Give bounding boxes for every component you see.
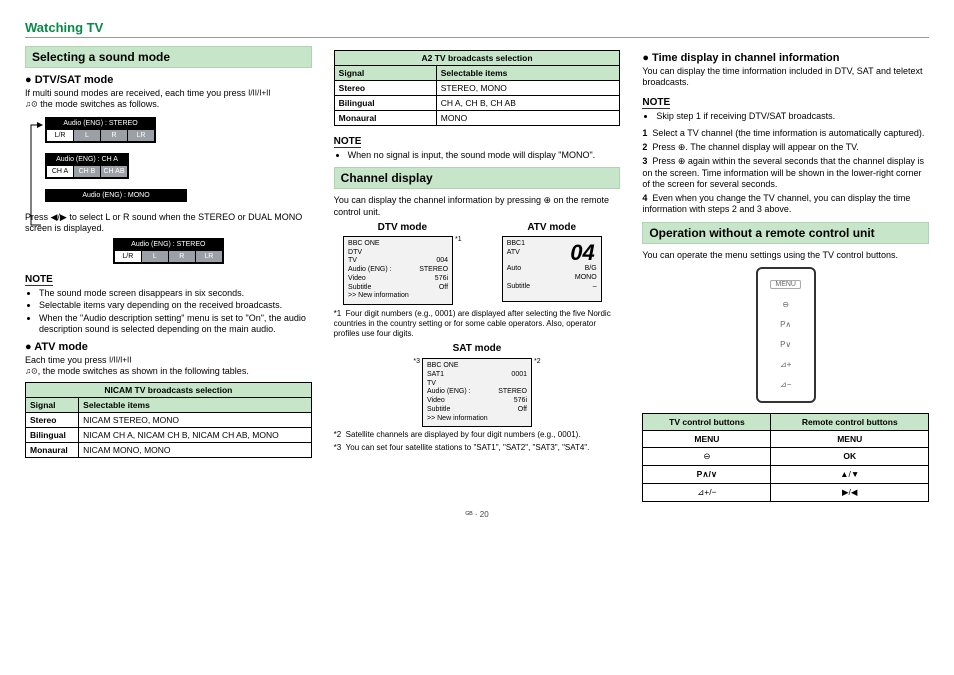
loop-arrow-icon [27, 119, 45, 229]
dtv-mode-col: DTV mode BBC ONE DTV TV004 Audio (ENG) :… [334, 222, 471, 305]
footnote-ref-3: *3 [411, 358, 422, 427]
footnote-1: *1Four digit numbers (e.g., 0001) are di… [334, 309, 621, 339]
note-head-1: NOTE [25, 274, 53, 286]
dtv-atv-row: DTV mode BBC ONE DTV TV004 Audio (ENG) :… [334, 222, 621, 305]
sat-mini-screen: BBC ONE SAT10001 TV Audio (ENG) :STEREO … [422, 358, 532, 427]
heading-dtv-sat-mode: DTV/SAT mode [25, 74, 312, 86]
sound-mode-single: Audio (ENG) : STEREO L/R L R LR [25, 238, 312, 264]
channel-display-intro: You can display the channel information … [334, 195, 621, 218]
dtv-mini-screen: BBC ONE DTV TV004 Audio (ENG) :STEREO Vi… [343, 236, 453, 305]
note-list-1: The sound mode screen disappears in six … [39, 288, 312, 335]
tv-btn-volplus: ⊿+ [780, 360, 791, 369]
a2-table: A2 TV broadcasts selection Signal Select… [334, 50, 621, 126]
sound-mode-diagram: Audio (ENG) : STEREO L/R L R LR Audio (E… [45, 117, 312, 202]
page-footer: ᴳᴮ · 20 [25, 510, 929, 519]
col-1: Selecting a sound mode DTV/SAT mode If m… [25, 46, 312, 502]
footnote-ref-2: *2 [532, 358, 543, 427]
col-3: Time display in channel information You … [642, 46, 929, 502]
manual-page: Watching TV Selecting a sound mode DTV/S… [0, 0, 954, 529]
nicam-table: NICAM TV broadcasts selection Signal Sel… [25, 382, 312, 458]
no-remote-intro: You can operate the menu settings using … [642, 250, 929, 261]
note-list-2: When no signal is input, the sound mode … [348, 150, 621, 161]
dtv-sat-intro: If multi sound modes are received, each … [25, 88, 312, 111]
section-no-remote: Operation without a remote control unit [642, 222, 929, 244]
col-2: A2 TV broadcasts selection Signal Select… [334, 46, 621, 502]
atv-intro: Each time you press I/II/I+II♫⊙, the mod… [25, 355, 312, 378]
footnote-2: *2Satellite channels are displayed by fo… [334, 430, 621, 440]
section-channel-display: Channel display [334, 167, 621, 189]
steps-list: 1 Select a TV channel (the time informat… [642, 128, 929, 216]
sat-mode-title: SAT mode [334, 343, 621, 354]
time-display-intro: You can display the time information inc… [642, 66, 929, 89]
note-list-3: Skip step 1 if receiving DTV/SAT broadca… [656, 111, 929, 122]
tv-btn-pup: P∧ [780, 320, 791, 329]
footnote-ref-1: *1 [455, 236, 462, 243]
note-head-2: NOTE [334, 136, 362, 148]
tv-btn-volminus: ⊿− [780, 380, 791, 389]
page-title: Watching TV [25, 20, 929, 38]
tv-btn-pdown: P∨ [780, 340, 791, 349]
controls-mapping-table: TV control buttons Remote control button… [642, 413, 929, 502]
columns: Selecting a sound mode DTV/SAT mode If m… [25, 46, 929, 502]
atv-mini-screen: BBC1 ATV 04 Auto B/GMONO Subtitle– [502, 236, 602, 302]
step-3: 3 Press ⊕ again within the several secon… [642, 156, 929, 190]
heading-atv-mode: ATV mode [25, 341, 312, 353]
atv-mode-col: ATV mode BBC1 ATV 04 Auto B/GMONO Subtit… [483, 222, 620, 302]
step-1: 1 Select a TV channel (the time informat… [642, 128, 929, 139]
footnote-3: *3You can set four satellite stations to… [334, 443, 621, 453]
p-select-lr: Press ◀/▶ to select L or R sound when th… [25, 212, 312, 235]
tv-control-panel: MENU ⊖ P∧ P∨ ⊿+ ⊿− [756, 267, 816, 403]
note-head-3: NOTE [642, 97, 670, 109]
dia-cha-block: Audio (ENG) : CH A CH A CH B CH AB [45, 153, 129, 179]
dia-stereo-block: Audio (ENG) : STEREO L/R L R LR [45, 117, 156, 143]
section-selecting-sound-mode: Selecting a sound mode [25, 46, 312, 68]
heading-time-display: Time display in channel information [642, 52, 929, 64]
dia-mono-block: Audio (ENG) : MONO [45, 189, 187, 202]
step-4: 4 Even when you change the TV channel, y… [642, 193, 929, 216]
tv-btn-menu: MENU [770, 280, 801, 289]
tv-btn-input: ⊖ [782, 300, 789, 309]
step-2: 2 Press ⊕. The channel display will appe… [642, 142, 929, 153]
sat-wrap: *3 BBC ONE SAT10001 TV Audio (ENG) :STER… [334, 358, 621, 427]
